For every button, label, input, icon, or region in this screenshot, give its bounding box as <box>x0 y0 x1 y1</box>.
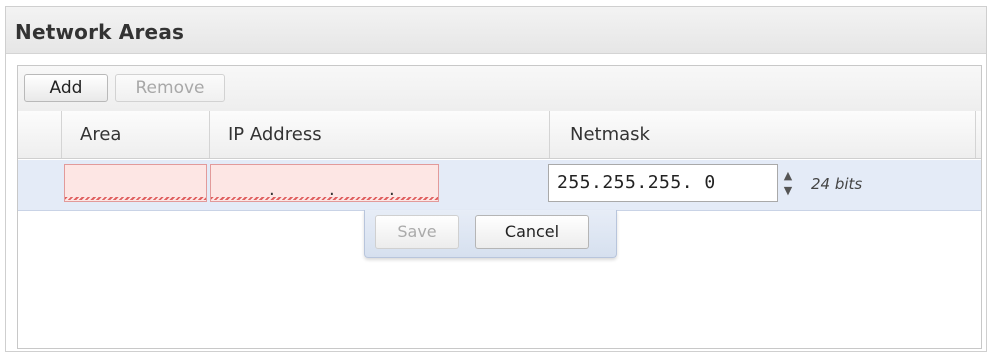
edit-row: . . . 255.255.255. 0 ▲ ▼ 24 bits <box>18 160 981 211</box>
invalid-underline <box>211 197 438 200</box>
netmask-spinner[interactable]: ▲ ▼ <box>780 168 796 200</box>
add-button[interactable]: Add <box>24 74 108 102</box>
column-header-ip-address[interactable]: IP Address <box>210 111 550 158</box>
netmask-bits-label: 24 bits <box>811 175 863 193</box>
column-header-netmask[interactable]: Netmask <box>550 111 976 158</box>
row-editor-actions: Save Cancel <box>364 210 617 258</box>
chevron-up-icon[interactable]: ▲ <box>780 168 796 183</box>
panel-title: Network Areas <box>15 20 185 44</box>
network-areas-panel: Network Areas Add Remove Area IP Address… <box>5 6 987 352</box>
ip-address-input[interactable]: . . . <box>210 164 439 202</box>
cancel-button[interactable]: Cancel <box>475 215 589 249</box>
area-input[interactable] <box>64 164 207 202</box>
panel-header: Network Areas <box>6 7 986 54</box>
column-header-row: Area IP Address Netmask <box>18 111 981 159</box>
column-header-area[interactable]: Area <box>62 111 210 158</box>
remove-button[interactable]: Remove <box>115 74 225 102</box>
invalid-underline <box>65 197 206 200</box>
chevron-down-icon[interactable]: ▼ <box>780 183 796 198</box>
save-button[interactable]: Save <box>375 215 459 249</box>
column-header-selector <box>18 111 62 158</box>
network-areas-grid: Add Remove Area IP Address Netmask . . .… <box>17 65 982 349</box>
netmask-input[interactable]: 255.255.255. 0 <box>548 164 778 202</box>
grid-toolbar: Add Remove <box>18 66 981 112</box>
